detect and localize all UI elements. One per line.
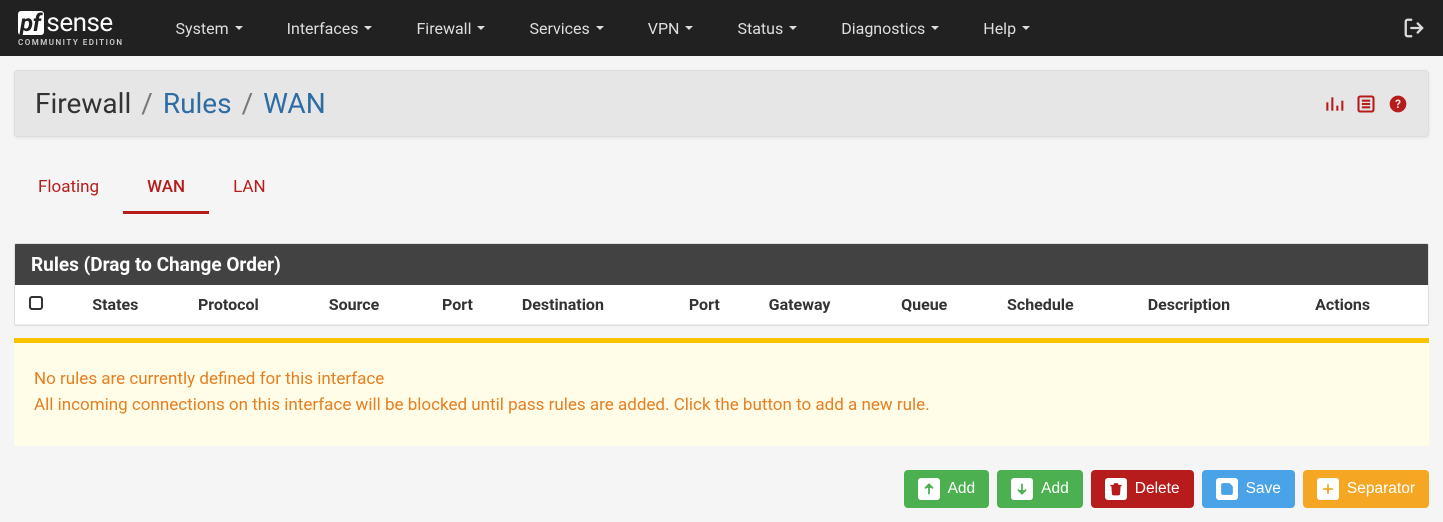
button-label: Delete — [1135, 480, 1180, 498]
table-header-row: States Protocol Source Port Destination … — [15, 285, 1428, 325]
separator-button[interactable]: Separator — [1303, 470, 1429, 508]
chevron-down-icon — [789, 26, 797, 30]
nav-item-vpn[interactable]: VPN — [626, 0, 716, 56]
breadcrumb-sep: / — [242, 87, 254, 120]
chevron-down-icon — [596, 26, 604, 30]
col-source: Source — [321, 285, 434, 325]
tab-wan[interactable]: WAN — [123, 167, 209, 214]
brand-sub: COMMUNITY EDITION — [18, 38, 124, 47]
col-schedule: Schedule — [999, 285, 1140, 325]
col-destination: Destination — [514, 285, 681, 325]
breadcrumb: Firewall / Rules / WAN — [35, 87, 326, 120]
nav-label: VPN — [648, 19, 680, 38]
col-description: Description — [1140, 285, 1307, 325]
brand-logo[interactable]: pfsense COMMUNITY EDITION — [18, 10, 124, 47]
nav-item-diagnostics[interactable]: Diagnostics — [819, 0, 961, 56]
add-bottom-button[interactable]: Add — [997, 470, 1083, 508]
rules-table: States Protocol Source Port Destination … — [15, 285, 1428, 325]
panel-heading: Rules (Drag to Change Order) — [15, 244, 1428, 285]
logout-icon[interactable] — [1395, 17, 1433, 39]
brand-pf: pf — [18, 11, 44, 35]
select-all-checkbox[interactable] — [29, 296, 43, 310]
nav-label: Services — [529, 19, 589, 38]
tab-floating[interactable]: Floating — [14, 167, 123, 214]
nav-label: Diagnostics — [841, 19, 925, 38]
breadcrumb-sep: / — [141, 87, 153, 120]
rules-panel: Rules (Drag to Change Order) States Prot… — [14, 243, 1429, 326]
plus-icon — [1317, 478, 1339, 500]
trash-icon — [1105, 478, 1127, 500]
arrow-up-icon — [918, 478, 940, 500]
button-label: Add — [1041, 480, 1069, 498]
brand-sense: sense — [46, 10, 112, 36]
col-states: States — [84, 285, 190, 325]
save-icon — [1216, 478, 1238, 500]
nav-label: System — [176, 19, 229, 38]
col-gateway: Gateway — [761, 285, 893, 325]
chevron-down-icon — [1022, 26, 1030, 30]
nav-list: System Interfaces Firewall Services VPN … — [154, 0, 1395, 56]
nav-item-help[interactable]: Help — [961, 0, 1052, 56]
nav-label: Help — [983, 19, 1016, 38]
breadcrumb-section[interactable]: Rules — [163, 87, 232, 120]
col-protocol: Protocol — [190, 285, 321, 325]
col-actions: Actions — [1307, 285, 1428, 325]
save-button[interactable]: Save — [1202, 470, 1295, 508]
button-label: Separator — [1347, 480, 1415, 498]
svg-text:?: ? — [1395, 97, 1401, 111]
nav-item-services[interactable]: Services — [507, 0, 625, 56]
stats-icon[interactable] — [1324, 94, 1344, 114]
tabs: Floating WAN LAN — [14, 167, 1429, 215]
add-top-button[interactable]: Add — [904, 470, 990, 508]
chevron-down-icon — [685, 26, 693, 30]
nav-item-status[interactable]: Status — [715, 0, 819, 56]
col-port2: Port — [681, 285, 761, 325]
actions-bar: Add Add Delete Save Separator — [14, 470, 1429, 508]
log-icon[interactable] — [1356, 94, 1376, 114]
no-rules-alert: No rules are currently defined for this … — [14, 338, 1429, 446]
button-label: Add — [948, 480, 976, 498]
nav-item-system[interactable]: System — [154, 0, 265, 56]
button-label: Save — [1246, 480, 1281, 498]
nav-label: Firewall — [416, 19, 471, 38]
page-header: Firewall / Rules / WAN ? — [14, 70, 1429, 137]
header-icons: ? — [1324, 94, 1408, 114]
chevron-down-icon — [364, 26, 372, 30]
chevron-down-icon — [931, 26, 939, 30]
breadcrumb-root: Firewall — [35, 87, 131, 120]
col-port: Port — [434, 285, 514, 325]
alert-line1: No rules are currently defined for this … — [34, 367, 1409, 393]
tab-lan[interactable]: LAN — [209, 167, 290, 214]
nav-label: Interfaces — [287, 19, 359, 38]
col-queue: Queue — [893, 285, 999, 325]
chevron-down-icon — [477, 26, 485, 30]
nav-item-interfaces[interactable]: Interfaces — [265, 0, 395, 56]
alert-line2: All incoming connections on this interfa… — [34, 393, 1409, 419]
help-icon[interactable]: ? — [1388, 94, 1408, 114]
arrow-down-icon — [1011, 478, 1033, 500]
nav-item-firewall[interactable]: Firewall — [394, 0, 507, 56]
nav-label: Status — [737, 19, 783, 38]
chevron-down-icon — [235, 26, 243, 30]
breadcrumb-leaf[interactable]: WAN — [263, 87, 326, 120]
delete-button[interactable]: Delete — [1091, 470, 1194, 508]
navbar: pfsense COMMUNITY EDITION System Interfa… — [0, 0, 1443, 56]
